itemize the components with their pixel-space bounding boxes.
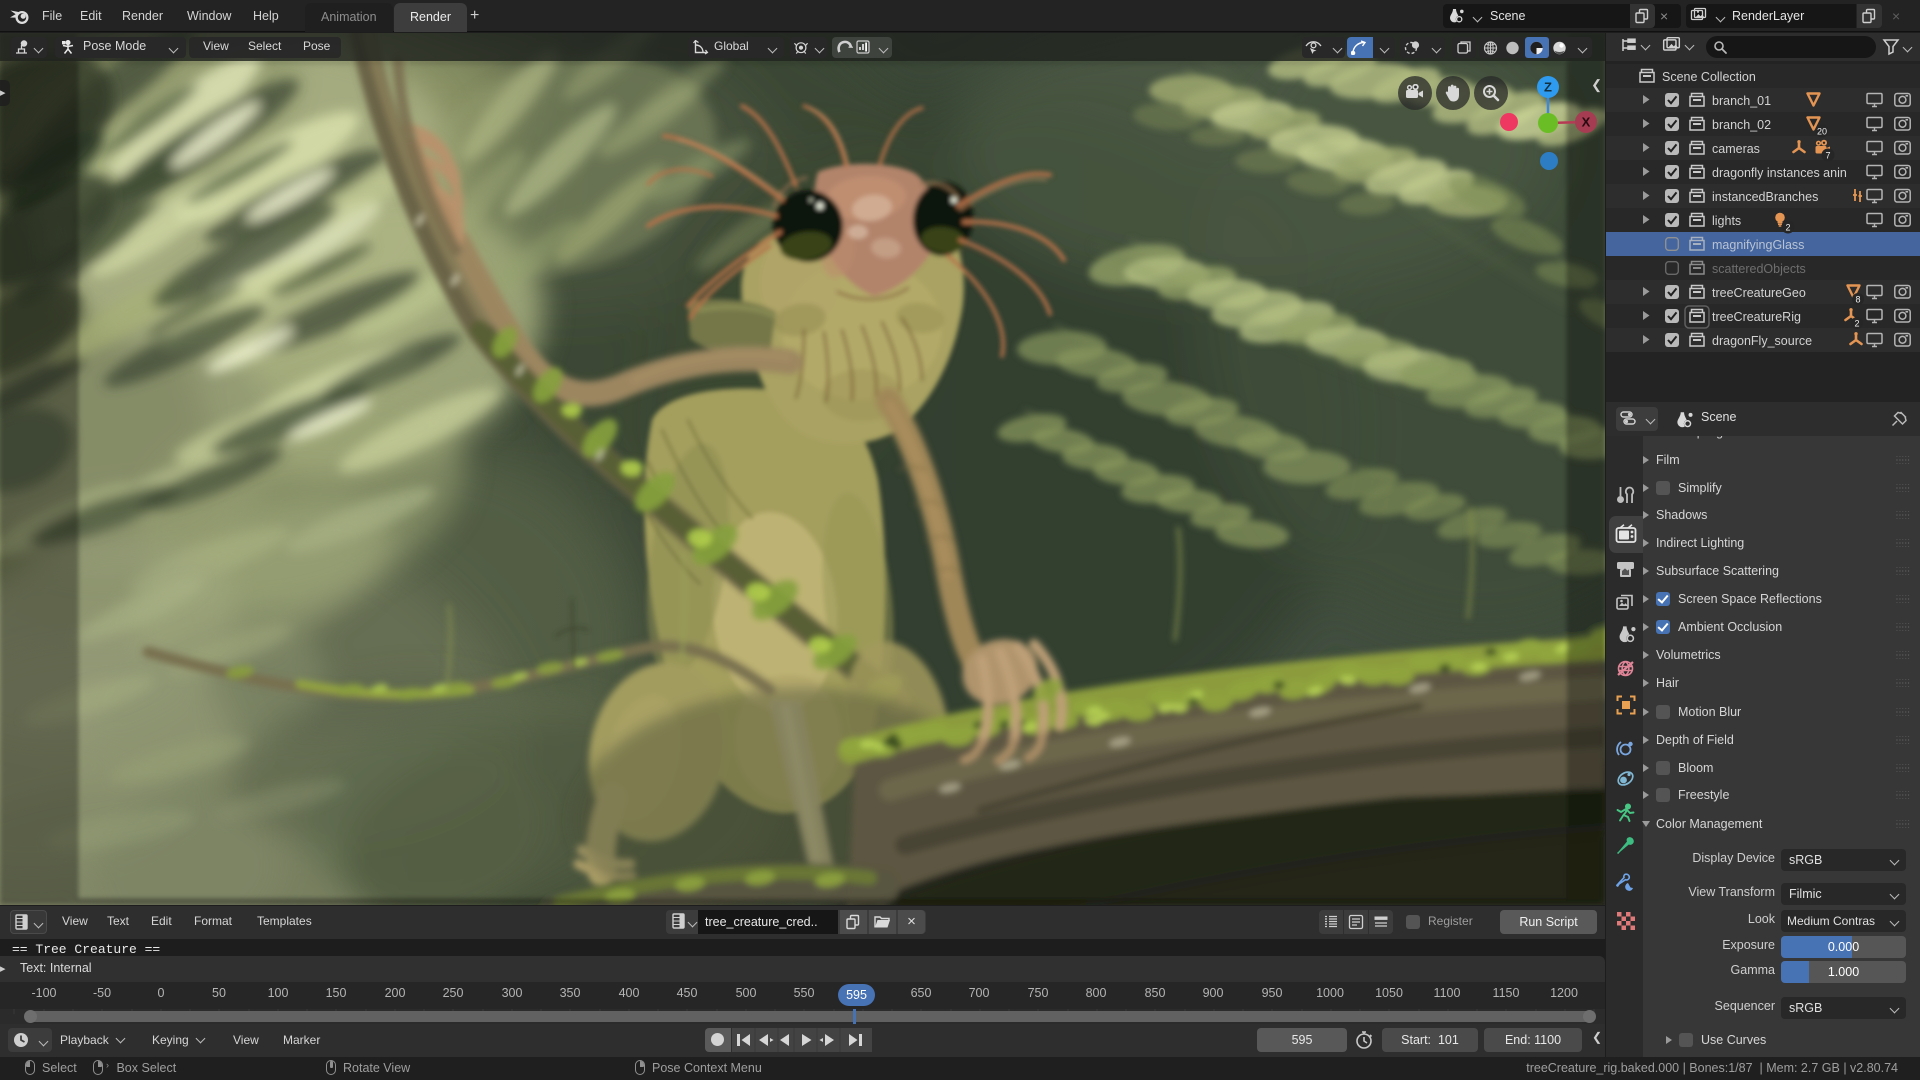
svg-text:magnifyingGlass: magnifyingGlass [1712, 238, 1804, 252]
svg-text:X: X [1582, 115, 1591, 130]
svg-text:branch_02: branch_02 [1712, 118, 1771, 132]
svg-text:treeCreatureGeo: treeCreatureGeo [1712, 286, 1806, 300]
svg-text:scatteredObjects: scatteredObjects [1712, 262, 1806, 276]
svg-text:8: 8 [1855, 295, 1860, 305]
svg-text:Z: Z [1544, 80, 1552, 95]
svg-text:2: 2 [1785, 223, 1790, 233]
svg-text:branch_01: branch_01 [1712, 94, 1771, 108]
svg-text:instancedBranches: instancedBranches [1712, 190, 1818, 204]
svg-text:Scene Collection: Scene Collection [1662, 70, 1756, 84]
svg-text:2: 2 [1854, 319, 1859, 329]
svg-text:treeCreatureRig: treeCreatureRig [1712, 310, 1801, 324]
svg-text:cameras: cameras [1712, 142, 1760, 156]
svg-text:dragonFly_source: dragonFly_source [1712, 334, 1812, 348]
svg-text:7: 7 [1825, 151, 1830, 161]
svg-text:20: 20 [1817, 127, 1827, 137]
svg-text:lights: lights [1712, 214, 1741, 228]
svg-text:dragonfly instances anin: dragonfly instances anin [1712, 166, 1847, 180]
